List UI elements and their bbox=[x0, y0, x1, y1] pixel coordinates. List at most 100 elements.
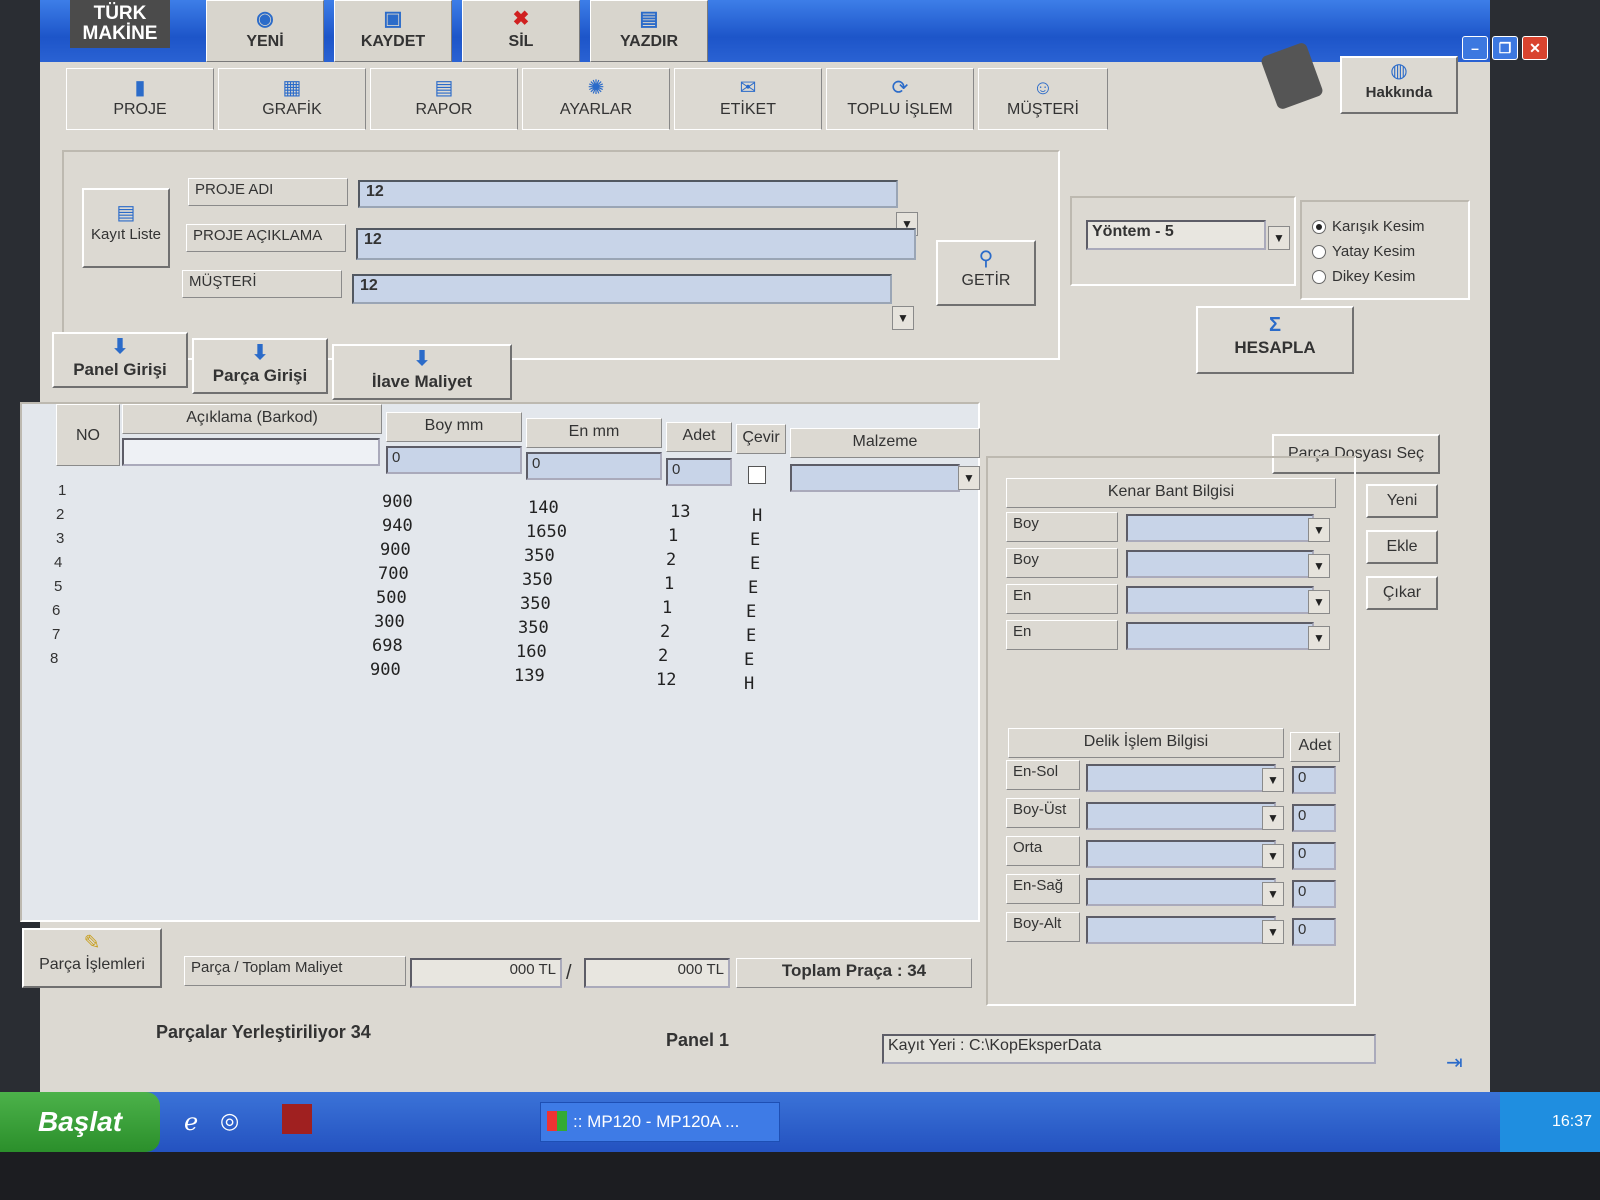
kenar-boy-dropdown-icon-2[interactable]: ▼ bbox=[1308, 554, 1330, 578]
kenar-boy-select-1[interactable] bbox=[1126, 514, 1314, 542]
yatay-kesim-label: Yatay Kesim bbox=[1332, 243, 1416, 260]
panel-girisi-label: Panel Girişi bbox=[73, 360, 167, 379]
row-cevir: H bbox=[744, 674, 755, 694]
musteri-field[interactable]: 12 bbox=[352, 274, 892, 304]
col-adet-header: Adet bbox=[666, 422, 732, 452]
row-en: 160 bbox=[516, 642, 547, 662]
row-en: 350 bbox=[520, 594, 551, 614]
yontem-select[interactable]: Yöntem - 5 bbox=[1086, 220, 1266, 250]
radio-yatay-kesim[interactable]: Yatay Kesim bbox=[1312, 243, 1415, 260]
delete-label: SİL bbox=[508, 33, 534, 50]
delik-en-sag-label: En-Sağ bbox=[1006, 874, 1080, 904]
ilave-maliyet-label: İlave Maliyet bbox=[371, 372, 473, 391]
clock: 16:37 bbox=[1551, 1113, 1592, 1130]
delik-boy-ust-dropdown-icon[interactable]: ▼ bbox=[1262, 806, 1284, 830]
delik-en-sag-adet[interactable]: 0 bbox=[1292, 880, 1336, 908]
arrow-down-icon: ⬇ bbox=[413, 348, 431, 370]
row-no: 4 bbox=[54, 554, 63, 571]
ekle-button[interactable]: Ekle bbox=[1366, 530, 1438, 564]
proje-aciklama-field[interactable]: 12 bbox=[356, 228, 916, 260]
karisik-kesim-label: Karışık Kesim bbox=[1332, 218, 1425, 235]
tab-ayarlar[interactable]: ✺ AYARLAR bbox=[522, 68, 670, 130]
kenar-en-dropdown-icon-2[interactable]: ▼ bbox=[1308, 626, 1330, 650]
aciklama-input[interactable] bbox=[122, 438, 380, 466]
maximize-button[interactable]: ❐ bbox=[1492, 36, 1518, 60]
delik-en-sol-select[interactable] bbox=[1086, 764, 1276, 792]
en-input[interactable]: 0 bbox=[526, 452, 662, 480]
kenar-boy-select-2[interactable] bbox=[1126, 550, 1314, 578]
delik-en-sol-dropdown-icon[interactable]: ▼ bbox=[1262, 768, 1284, 792]
parca-girisi-tab[interactable]: ⬇ Parça Girişi bbox=[192, 338, 328, 394]
delik-orta-select[interactable] bbox=[1086, 840, 1276, 868]
minimize-button[interactable]: – bbox=[1462, 36, 1488, 60]
delik-boy-ust-adet[interactable]: 0 bbox=[1292, 804, 1336, 832]
musteri-dropdown-icon[interactable]: ▼ bbox=[892, 306, 914, 330]
media-icon[interactable]: ◎ bbox=[220, 1108, 239, 1134]
tab-rapor[interactable]: ▤ RAPOR bbox=[370, 68, 518, 130]
print-button[interactable]: ▤ YAZDIR bbox=[590, 0, 708, 62]
app-quicklaunch-icon[interactable] bbox=[282, 1104, 312, 1134]
new-label: YENİ bbox=[246, 33, 284, 50]
kenar-en-label-2: En bbox=[1006, 620, 1118, 650]
radio-karisik-kesim[interactable]: Karışık Kesim bbox=[1312, 218, 1425, 235]
report-icon: ▤ bbox=[434, 77, 454, 99]
kenar-boy-dropdown-icon-1[interactable]: ▼ bbox=[1308, 518, 1330, 542]
delik-boy-alt-dropdown-icon[interactable]: ▼ bbox=[1262, 920, 1284, 944]
new-button[interactable]: ◉ YENİ bbox=[206, 0, 324, 62]
delete-button[interactable]: ✖ SİL bbox=[462, 0, 580, 62]
row-boy: 940 bbox=[382, 516, 413, 536]
table-body: 1 900 140 13 H 2 940 1650 1 E 3 900 350 2 E 4 700 350 1… bbox=[50, 482, 982, 694]
radio-dikey-kesim[interactable]: Dikey Kesim bbox=[1312, 268, 1415, 285]
hesapla-label: HESAPLA bbox=[1234, 338, 1316, 357]
save-label: KAYDET bbox=[360, 33, 426, 50]
delik-boy-ust-select[interactable] bbox=[1086, 802, 1276, 830]
kenar-en-dropdown-icon-1[interactable]: ▼ bbox=[1308, 590, 1330, 614]
tab-musteri[interactable]: ☺ MÜŞTERİ bbox=[978, 68, 1108, 130]
print-icon: ▤ bbox=[639, 8, 659, 30]
tab-toplu-islem[interactable]: ⟳ TOPLU İŞLEM bbox=[826, 68, 974, 130]
kenar-en-select-2[interactable] bbox=[1126, 622, 1314, 650]
delik-orta-adet[interactable]: 0 bbox=[1292, 842, 1336, 870]
tab-proje[interactable]: ▮ PROJE bbox=[66, 68, 214, 130]
save-button[interactable]: ▣ KAYDET bbox=[334, 0, 452, 62]
kenar-en-select-1[interactable] bbox=[1126, 586, 1314, 614]
proje-adi-label: PROJE ADI bbox=[188, 178, 348, 206]
tab-grafik[interactable]: ▦ GRAFİK bbox=[218, 68, 366, 130]
panel-girisi-tab[interactable]: ⬇ Panel Girişi bbox=[52, 332, 188, 388]
row-adet: 1 bbox=[662, 598, 673, 618]
customer-icon: ☺ bbox=[1032, 77, 1054, 99]
ilave-maliyet-tab[interactable]: ⬇ İlave Maliyet bbox=[332, 344, 512, 400]
ie-icon[interactable]: ℯ bbox=[184, 1108, 198, 1137]
start-button[interactable]: Başlat bbox=[0, 1092, 160, 1152]
delik-en-sag-select[interactable] bbox=[1086, 878, 1276, 906]
delik-en-sag-dropdown-icon[interactable]: ▼ bbox=[1262, 882, 1284, 906]
hesapla-button[interactable]: Σ HESAPLA bbox=[1196, 306, 1354, 374]
taskbar-item[interactable]: :: MP120 - MP120A ... bbox=[540, 1102, 780, 1142]
tab-toplu-islem-label: TOPLU İŞLEM bbox=[847, 101, 953, 118]
row-adet: 1 bbox=[664, 574, 675, 594]
yeni-button[interactable]: Yeni bbox=[1366, 484, 1438, 518]
delik-boy-alt-adet[interactable]: 0 bbox=[1292, 918, 1336, 946]
tab-musteri-label: MÜŞTERİ bbox=[1007, 101, 1079, 118]
yontem-dropdown-icon[interactable]: ▼ bbox=[1268, 226, 1290, 250]
row-cevir: E bbox=[746, 626, 757, 646]
kayit-liste-button[interactable]: ▤ Kayıt Liste bbox=[82, 188, 170, 268]
boy-input[interactable]: 0 bbox=[386, 446, 522, 474]
cikar-button[interactable]: Çıkar bbox=[1366, 576, 1438, 610]
parca-islemleri-button[interactable]: ✎ Parça İşlemleri bbox=[22, 928, 162, 988]
print-label: YAZDIR bbox=[619, 33, 679, 50]
delik-orta-dropdown-icon[interactable]: ▼ bbox=[1262, 844, 1284, 868]
delik-en-sol-adet[interactable]: 0 bbox=[1292, 766, 1336, 794]
row-boy: 700 bbox=[378, 564, 409, 584]
row-adet: 2 bbox=[666, 550, 677, 570]
tab-etiket[interactable]: ✉ ETİKET bbox=[674, 68, 822, 130]
about-button[interactable]: ◍ Hakkında bbox=[1340, 56, 1458, 114]
getir-button[interactable]: ⚲ GETİR bbox=[936, 240, 1036, 306]
proje-adi-field[interactable]: 12 bbox=[358, 180, 898, 208]
col-aciklama-header: Açıklama (Barkod) bbox=[122, 404, 382, 434]
delik-boy-alt-select[interactable] bbox=[1086, 916, 1276, 944]
new-icon: ◉ bbox=[256, 8, 274, 30]
row-en: 350 bbox=[522, 570, 553, 590]
exit-icon[interactable]: ⇥ bbox=[1446, 1050, 1463, 1075]
close-button[interactable]: ✕ bbox=[1522, 36, 1548, 60]
